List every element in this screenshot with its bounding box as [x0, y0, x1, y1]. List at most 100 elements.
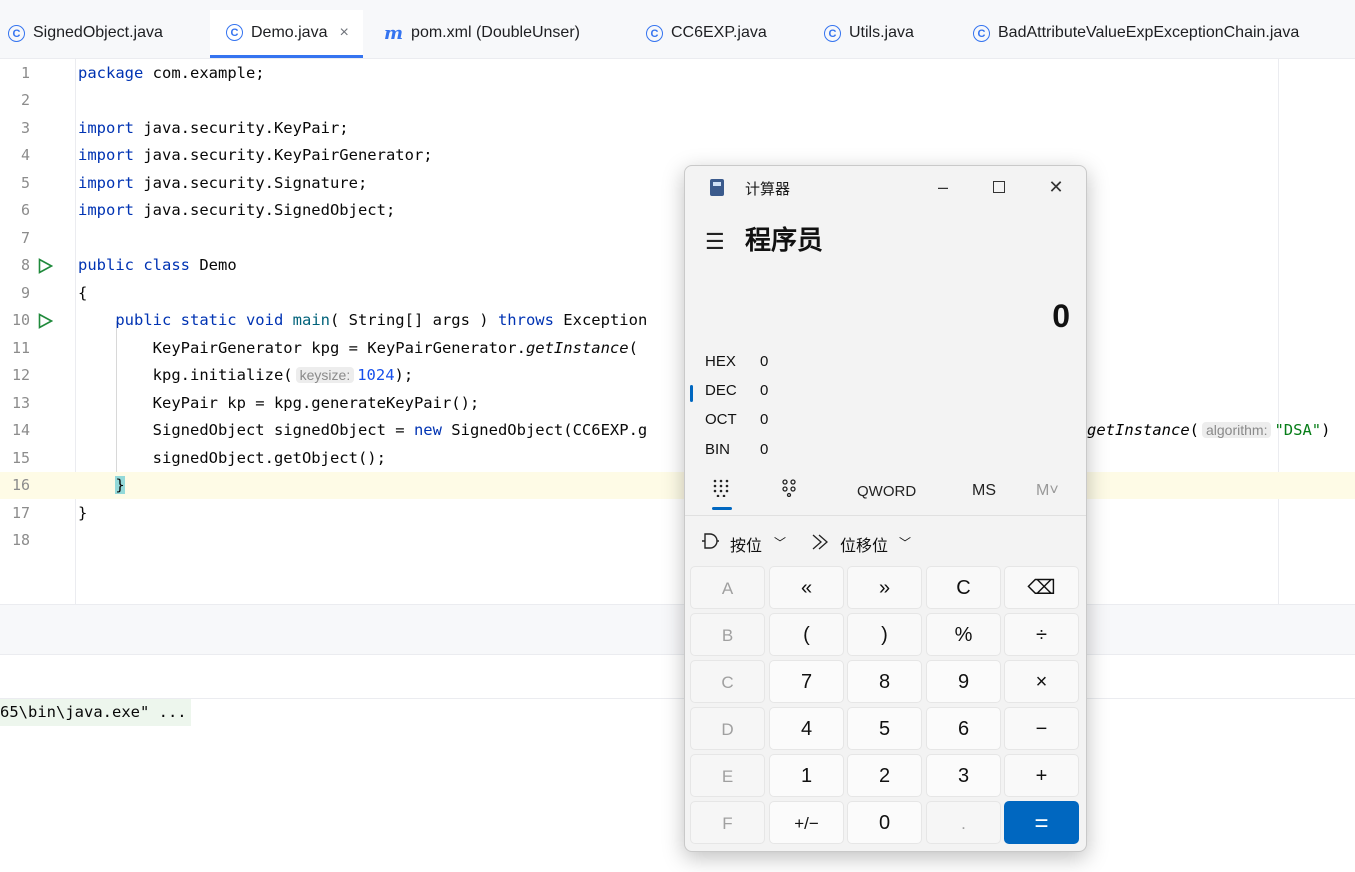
tab-badattribute[interactable]: C BadAttributeValueExpExceptionChain.jav…: [973, 10, 1299, 56]
line-number: 9: [20, 284, 30, 302]
code-line: 14 SignedObject signedObject = new Signe…: [0, 417, 1355, 444]
base-oct[interactable]: OCT 0: [705, 411, 768, 435]
line-number: 4: [20, 146, 30, 164]
key-left-shift[interactable]: «: [769, 566, 844, 609]
key-e[interactable]: E: [690, 754, 765, 797]
maven-icon: m: [384, 22, 404, 44]
code-token: public static void: [115, 311, 284, 329]
key-c[interactable]: C: [690, 660, 765, 703]
key-d[interactable]: D: [690, 707, 765, 750]
tab-signedobject[interactable]: C SignedObject.java: [8, 10, 163, 56]
code-line: 1 package com.example;: [0, 60, 1355, 87]
code-line: 12 kpg.initialize(keysize: 1024);: [0, 362, 1355, 389]
key-9[interactable]: 9: [926, 660, 1001, 703]
line-number: 2: [20, 91, 30, 109]
code-token: class: [143, 256, 191, 274]
code-line: 6 import java.security.SignedObject;: [0, 197, 1355, 224]
code-editor[interactable]: 1 package com.example; 2 3 import java.s…: [0, 59, 1355, 605]
base-value: 0: [760, 353, 769, 370]
key-b[interactable]: B: [690, 613, 765, 656]
code-token: import: [78, 146, 134, 164]
chevron-down-icon[interactable]: ﹀: [899, 534, 911, 551]
key-negate[interactable]: +/−: [769, 801, 844, 844]
calculator-titlebar[interactable]: 计算器 – ✕: [685, 166, 1086, 208]
line-number: 7: [20, 229, 30, 247]
close-icon[interactable]: ×: [339, 24, 348, 42]
parameter-hint: algorithm:: [1202, 422, 1272, 438]
code-token: import: [78, 201, 134, 219]
key-add[interactable]: +: [1004, 754, 1079, 797]
code-token: ( String[] args ): [329, 311, 498, 329]
run-icon[interactable]: [38, 258, 53, 274]
bitshift-button[interactable]: 位移位: [840, 532, 888, 556]
base-bin[interactable]: BIN 0: [705, 441, 768, 465]
key-3[interactable]: 3: [926, 754, 1001, 797]
maximize-icon[interactable]: [984, 174, 1014, 200]
base-label: HEX: [705, 353, 736, 370]
run-icon[interactable]: [38, 313, 53, 329]
tab-label: Utils.java: [849, 24, 914, 41]
code-line: 13 KeyPair kp = kpg.generateKeyPair();: [0, 390, 1355, 417]
key-subtract[interactable]: −: [1004, 707, 1079, 750]
key-right-shift[interactable]: »: [847, 566, 922, 609]
code-token: java.security.KeyPair;: [134, 119, 349, 137]
key-4[interactable]: 4: [769, 707, 844, 750]
key-modulo[interactable]: %: [926, 613, 1001, 656]
memory-store-button[interactable]: MS: [972, 482, 996, 500]
key-a[interactable]: A: [690, 566, 765, 609]
key-2[interactable]: 2: [847, 754, 922, 797]
code-token: (: [1189, 421, 1199, 439]
code-token: new: [413, 421, 442, 439]
code-token: getInstance: [1087, 421, 1190, 439]
tab-label: Demo.java: [251, 23, 328, 41]
bitwise-button[interactable]: 按位: [730, 532, 762, 556]
minimize-icon[interactable]: –: [928, 174, 958, 200]
class-icon: C: [973, 24, 990, 42]
memory-view-button[interactable]: M˅: [1036, 482, 1059, 500]
key-6[interactable]: 6: [926, 707, 1001, 750]
line-number: 12: [11, 366, 30, 384]
key-decimal[interactable]: .: [926, 801, 1001, 844]
line-number: 13: [11, 394, 30, 412]
bit-toggle-keypad-icon[interactable]: [781, 479, 797, 497]
code-token: 1024: [357, 366, 395, 384]
code-line: 4 import java.security.KeyPairGenerator;: [0, 142, 1355, 169]
tab-cc6exp[interactable]: C CC6EXP.java: [646, 10, 767, 56]
console-output: 65\bin\java.exe" ...: [0, 699, 191, 726]
hamburger-menu-icon[interactable]: ☰: [705, 229, 725, 255]
tab-demo[interactable]: C Demo.java ×: [210, 10, 363, 58]
key-open-paren[interactable]: (: [769, 613, 844, 656]
line-number: 3: [20, 119, 30, 137]
tab-utils[interactable]: C Utils.java: [824, 10, 914, 56]
line-number: 16: [11, 476, 30, 494]
key-clear[interactable]: C: [926, 566, 1001, 609]
code-token: getInstance: [525, 339, 629, 357]
key-5[interactable]: 5: [847, 707, 922, 750]
tab-pom[interactable]: m pom.xml (DoubleUnser): [384, 10, 580, 56]
key-f[interactable]: F: [690, 801, 765, 844]
word-size-button[interactable]: QWORD: [857, 483, 916, 500]
parameter-hint: keysize:: [295, 367, 355, 383]
backspace-icon[interactable]: ⌫: [1004, 566, 1079, 609]
code-token: package: [78, 64, 144, 82]
key-0[interactable]: 0: [847, 801, 922, 844]
key-equals[interactable]: =: [1004, 801, 1079, 844]
key-1[interactable]: 1: [769, 754, 844, 797]
tab-label: BadAttributeValueExpExceptionChain.java: [998, 24, 1300, 41]
base-dec[interactable]: DEC 0: [689, 382, 768, 406]
code-token: import: [78, 174, 134, 192]
close-icon[interactable]: ✕: [1041, 174, 1071, 200]
base-hex[interactable]: HEX 0: [705, 353, 768, 377]
chevron-down-icon[interactable]: ﹀: [774, 534, 786, 551]
code-token: java.security.Signature;: [134, 174, 368, 192]
code-token: KeyPair kp = kpg.generateKeyPair();: [152, 394, 480, 412]
key-close-paren[interactable]: ): [847, 613, 922, 656]
full-keypad-icon[interactable]: [713, 479, 729, 497]
code-line: 18: [0, 527, 1355, 554]
key-multiply[interactable]: ×: [1004, 660, 1079, 703]
key-divide[interactable]: ÷: [1004, 613, 1079, 656]
key-8[interactable]: 8: [847, 660, 922, 703]
code-token: "DSA": [1274, 421, 1322, 439]
key-7[interactable]: 7: [769, 660, 844, 703]
bitwise-row: 按位 ﹀ 位移位 ﹀: [685, 526, 1086, 556]
